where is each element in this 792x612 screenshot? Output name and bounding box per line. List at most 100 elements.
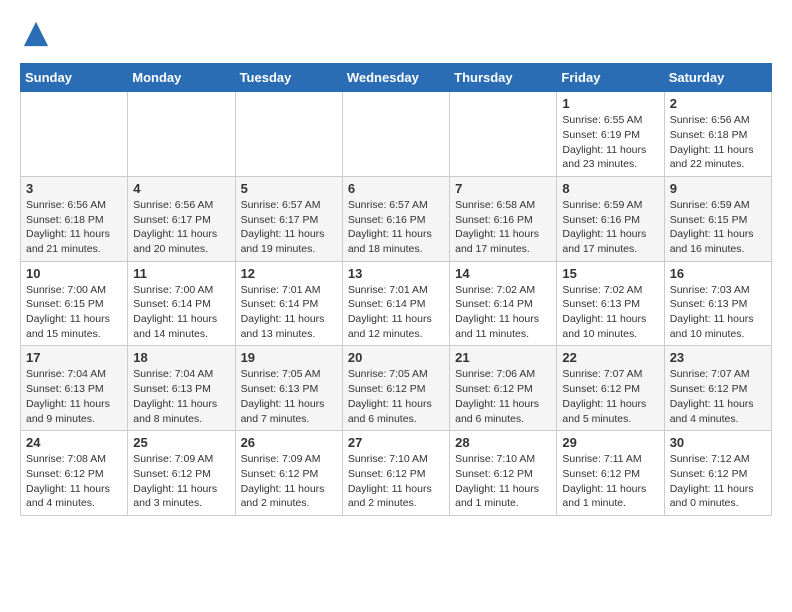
day-number: 26	[241, 435, 337, 450]
day-of-week-header: Monday	[128, 64, 235, 92]
calendar-cell: 28Sunrise: 7:10 AM Sunset: 6:12 PM Dayli…	[450, 431, 557, 516]
day-info: Sunrise: 6:58 AM Sunset: 6:16 PM Dayligh…	[455, 198, 551, 257]
calendar-cell: 14 Sunrise: 7:02 AM Sunset: 6:14 PM Dayli…	[450, 261, 557, 346]
calendar-week-row: 24 Sunrise: 7:08 AM Sunset: 6:12 PM Dayli…	[21, 431, 772, 516]
calendar-cell: 3 Sunrise: 6:56 AM Sunset: 6:18 PM Daylig…	[21, 176, 128, 261]
day-info: Sunrise: 6:56 AM Sunset: 6:17 PM Dayligh…	[133, 198, 229, 257]
day-of-week-header: Sunday	[21, 64, 128, 92]
calendar-cell: 6Sunrise: 6:57 AM Sunset: 6:16 PM Daylig…	[342, 176, 449, 261]
day-number: 21	[455, 350, 551, 365]
calendar-body: 1Sunrise: 6:55 AM Sunset: 6:19 PM Daylig…	[21, 92, 772, 516]
calendar-cell: 19Sunrise: 7:05 AM Sunset: 6:13 PM Dayli…	[235, 346, 342, 431]
day-info: Sunrise: 7:03 AM Sunset: 6:13 PM Dayligh…	[670, 283, 766, 342]
day-info: Sunrise: 7:05 AM Sunset: 6:12 PM Dayligh…	[348, 367, 444, 426]
day-number: 12	[241, 266, 337, 281]
day-info: Sunrise: 6:55 AM Sunset: 6:19 PM Dayligh…	[562, 113, 658, 172]
day-of-week-header: Friday	[557, 64, 664, 92]
day-info: Sunrise: 6:59 AM Sunset: 6:15 PM Dayligh…	[670, 198, 766, 257]
day-info: Sunrise: 7:02 AM Sunset: 6:14 PM Dayligh…	[455, 283, 551, 342]
calendar-cell: 25 Sunrise: 7:09 AM Sunset: 6:12 PM Dayli…	[128, 431, 235, 516]
calendar-cell	[235, 92, 342, 177]
day-info: Sunrise: 7:07 AM Sunset: 6:12 PM Dayligh…	[670, 367, 766, 426]
calendar-cell: 29 Sunrise: 7:11 AM Sunset: 6:12 PM Dayli…	[557, 431, 664, 516]
calendar-cell: 21 Sunrise: 7:06 AM Sunset: 6:12 PM Dayli…	[450, 346, 557, 431]
calendar-cell: 2 Sunrise: 6:56 AM Sunset: 6:18 PM Daylig…	[664, 92, 771, 177]
day-number: 14	[455, 266, 551, 281]
calendar-cell: 12 Sunrise: 7:01 AM Sunset: 6:14 PM Dayli…	[235, 261, 342, 346]
day-info: Sunrise: 7:12 AM Sunset: 6:12 PM Dayligh…	[670, 452, 766, 511]
day-info: Sunrise: 7:06 AM Sunset: 6:12 PM Dayligh…	[455, 367, 551, 426]
day-number: 29	[562, 435, 658, 450]
day-number: 25	[133, 435, 229, 450]
calendar-cell	[128, 92, 235, 177]
day-number: 24	[26, 435, 122, 450]
day-info: Sunrise: 7:09 AM Sunset: 6:12 PM Dayligh…	[241, 452, 337, 511]
day-of-week-header: Saturday	[664, 64, 771, 92]
day-of-week-header: Thursday	[450, 64, 557, 92]
day-info: Sunrise: 6:57 AM Sunset: 6:17 PM Dayligh…	[241, 198, 337, 257]
logo	[20, 20, 50, 53]
calendar-cell: 27 Sunrise: 7:10 AM Sunset: 6:12 PM Dayli…	[342, 431, 449, 516]
day-number: 4	[133, 181, 229, 196]
day-number: 8	[562, 181, 658, 196]
day-of-week-header: Wednesday	[342, 64, 449, 92]
calendar-cell: 11 Sunrise: 7:00 AM Sunset: 6:14 PM Dayli…	[128, 261, 235, 346]
day-number: 22	[562, 350, 658, 365]
calendar-cell: 17Sunrise: 7:04 AM Sunset: 6:13 PM Dayli…	[21, 346, 128, 431]
calendar-cell: 1Sunrise: 6:55 AM Sunset: 6:19 PM Daylig…	[557, 92, 664, 177]
day-number: 6	[348, 181, 444, 196]
day-info: Sunrise: 7:08 AM Sunset: 6:12 PM Dayligh…	[26, 452, 122, 511]
day-number: 3	[26, 181, 122, 196]
calendar-week-row: 3 Sunrise: 6:56 AM Sunset: 6:18 PM Daylig…	[21, 176, 772, 261]
day-info: Sunrise: 7:10 AM Sunset: 6:12 PM Dayligh…	[455, 452, 551, 511]
day-number: 15	[562, 266, 658, 281]
day-info: Sunrise: 7:11 AM Sunset: 6:12 PM Dayligh…	[562, 452, 658, 511]
calendar-week-row: 1Sunrise: 6:55 AM Sunset: 6:19 PM Daylig…	[21, 92, 772, 177]
calendar-cell	[342, 92, 449, 177]
day-number: 30	[670, 435, 766, 450]
day-info: Sunrise: 7:01 AM Sunset: 6:14 PM Dayligh…	[348, 283, 444, 342]
day-number: 9	[670, 181, 766, 196]
day-number: 20	[348, 350, 444, 365]
day-number: 5	[241, 181, 337, 196]
day-number: 10	[26, 266, 122, 281]
calendar-cell	[450, 92, 557, 177]
day-number: 18	[133, 350, 229, 365]
day-number: 11	[133, 266, 229, 281]
day-info: Sunrise: 6:56 AM Sunset: 6:18 PM Dayligh…	[26, 198, 122, 257]
calendar-cell: 30 Sunrise: 7:12 AM Sunset: 6:12 PM Dayli…	[664, 431, 771, 516]
calendar-cell: 26 Sunrise: 7:09 AM Sunset: 6:12 PM Dayli…	[235, 431, 342, 516]
day-info: Sunrise: 6:59 AM Sunset: 6:16 PM Dayligh…	[562, 198, 658, 257]
day-info: Sunrise: 7:07 AM Sunset: 6:12 PM Dayligh…	[562, 367, 658, 426]
day-info: Sunrise: 6:56 AM Sunset: 6:18 PM Dayligh…	[670, 113, 766, 172]
day-info: Sunrise: 7:04 AM Sunset: 6:13 PM Dayligh…	[133, 367, 229, 426]
days-header-row: SundayMondayTuesdayWednesdayThursdayFrid…	[21, 64, 772, 92]
day-number: 2	[670, 96, 766, 111]
calendar-week-row: 17Sunrise: 7:04 AM Sunset: 6:13 PM Dayli…	[21, 346, 772, 431]
calendar-cell: 4 Sunrise: 6:56 AM Sunset: 6:17 PM Daylig…	[128, 176, 235, 261]
day-info: Sunrise: 7:02 AM Sunset: 6:13 PM Dayligh…	[562, 283, 658, 342]
calendar-cell: 18 Sunrise: 7:04 AM Sunset: 6:13 PM Dayli…	[128, 346, 235, 431]
day-number: 27	[348, 435, 444, 450]
day-info: Sunrise: 7:09 AM Sunset: 6:12 PM Dayligh…	[133, 452, 229, 511]
calendar-table: SundayMondayTuesdayWednesdayThursdayFrid…	[20, 63, 772, 516]
calendar-cell: 15 Sunrise: 7:02 AM Sunset: 6:13 PM Dayli…	[557, 261, 664, 346]
calendar-cell: 16Sunrise: 7:03 AM Sunset: 6:13 PM Dayli…	[664, 261, 771, 346]
calendar-cell	[21, 92, 128, 177]
day-info: Sunrise: 7:10 AM Sunset: 6:12 PM Dayligh…	[348, 452, 444, 511]
calendar-cell: 7Sunrise: 6:58 AM Sunset: 6:16 PM Daylig…	[450, 176, 557, 261]
calendar-cell: 5 Sunrise: 6:57 AM Sunset: 6:17 PM Daylig…	[235, 176, 342, 261]
calendar-cell: 23Sunrise: 7:07 AM Sunset: 6:12 PM Dayli…	[664, 346, 771, 431]
logo-icon	[22, 20, 50, 48]
calendar-cell: 24 Sunrise: 7:08 AM Sunset: 6:12 PM Dayli…	[21, 431, 128, 516]
calendar-cell: 10 Sunrise: 7:00 AM Sunset: 6:15 PM Dayli…	[21, 261, 128, 346]
day-info: Sunrise: 7:05 AM Sunset: 6:13 PM Dayligh…	[241, 367, 337, 426]
day-of-week-header: Tuesday	[235, 64, 342, 92]
calendar-cell: 22 Sunrise: 7:07 AM Sunset: 6:12 PM Dayli…	[557, 346, 664, 431]
day-info: Sunrise: 7:01 AM Sunset: 6:14 PM Dayligh…	[241, 283, 337, 342]
day-info: Sunrise: 7:00 AM Sunset: 6:15 PM Dayligh…	[26, 283, 122, 342]
page-header	[20, 20, 772, 53]
day-info: Sunrise: 7:00 AM Sunset: 6:14 PM Dayligh…	[133, 283, 229, 342]
calendar-cell: 13 Sunrise: 7:01 AM Sunset: 6:14 PM Dayli…	[342, 261, 449, 346]
day-number: 13	[348, 266, 444, 281]
